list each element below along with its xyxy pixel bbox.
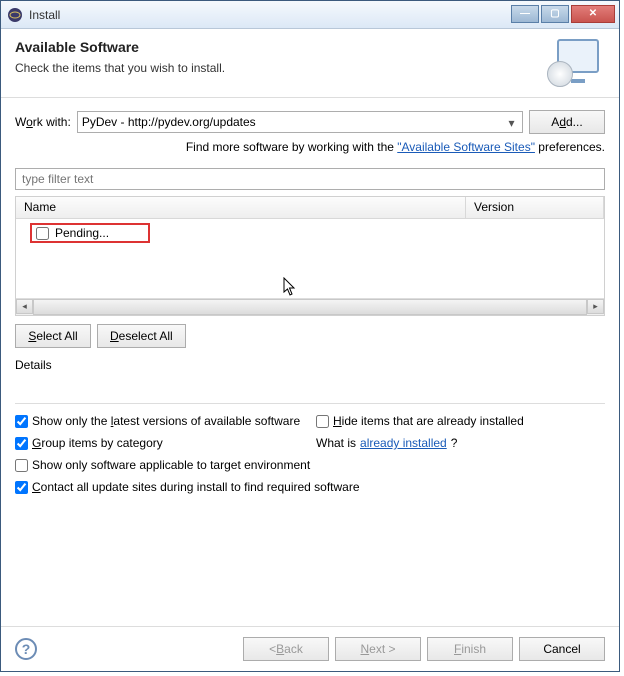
add-button[interactable]: Add... xyxy=(529,110,605,134)
column-name[interactable]: Name xyxy=(16,197,466,218)
cancel-button[interactable]: Cancel xyxy=(519,637,605,661)
horizontal-scrollbar[interactable]: ◂ ▸ xyxy=(16,298,604,315)
software-sites-link[interactable]: "Available Software Sites" xyxy=(397,140,535,154)
maximize-button[interactable]: ▢ xyxy=(541,5,569,23)
find-more-hint: Find more software by working with the "… xyxy=(15,140,605,154)
titlebar[interactable]: Install — ▢ ✕ xyxy=(1,1,619,29)
back-button[interactable]: < Back xyxy=(243,637,329,661)
tree-row[interactable]: Pending... xyxy=(30,223,150,243)
scroll-right-icon[interactable]: ▸ xyxy=(587,299,604,314)
page-title: Available Software xyxy=(15,39,547,55)
row-label: Pending... xyxy=(55,226,109,240)
opt-latest[interactable]: Show only the latest versions of availab… xyxy=(15,414,304,428)
close-button[interactable]: ✕ xyxy=(571,5,615,23)
scroll-thumb[interactable] xyxy=(33,299,587,315)
work-with-combo[interactable]: PyDev - http://pydev.org/updates ▾ xyxy=(77,111,523,133)
deselect-all-button[interactable]: Deselect All xyxy=(97,324,186,348)
work-with-value: PyDev - http://pydev.org/updates xyxy=(82,115,256,129)
help-icon[interactable]: ? xyxy=(15,638,37,660)
header: Available Software Check the items that … xyxy=(1,29,619,98)
row-checkbox[interactable] xyxy=(36,227,49,240)
window-title: Install xyxy=(29,8,509,22)
page-subtitle: Check the items that you wish to install… xyxy=(15,61,547,75)
chevron-down-icon[interactable]: ▾ xyxy=(503,114,520,131)
software-tree: Name Version Pending... ◂ ▸ xyxy=(15,196,605,316)
eclipse-icon xyxy=(7,7,23,23)
opt-hide[interactable]: Hide items that are already installed xyxy=(316,414,605,428)
already-installed-link[interactable]: already installed xyxy=(360,436,447,450)
filter-input[interactable] xyxy=(15,168,605,190)
opt-applicable[interactable]: Show only software applicable to target … xyxy=(15,458,605,472)
opt-contact[interactable]: Contact all update sites during install … xyxy=(15,480,605,494)
next-button[interactable]: Next > xyxy=(335,637,421,661)
column-version[interactable]: Version xyxy=(466,197,604,218)
already-installed-hint: What is already installed? xyxy=(316,436,605,450)
install-dialog: Install — ▢ ✕ Available Software Check t… xyxy=(0,0,620,672)
details-box xyxy=(15,376,605,404)
select-all-button[interactable]: Select All xyxy=(15,324,91,348)
finish-button[interactable]: Finish xyxy=(427,637,513,661)
install-graphic xyxy=(547,39,605,87)
scroll-left-icon[interactable]: ◂ xyxy=(16,299,33,314)
details-label: Details xyxy=(15,358,605,372)
work-with-label: Work with: xyxy=(15,115,71,129)
minimize-button[interactable]: — xyxy=(511,5,539,23)
opt-group[interactable]: Group items by category xyxy=(15,436,304,450)
